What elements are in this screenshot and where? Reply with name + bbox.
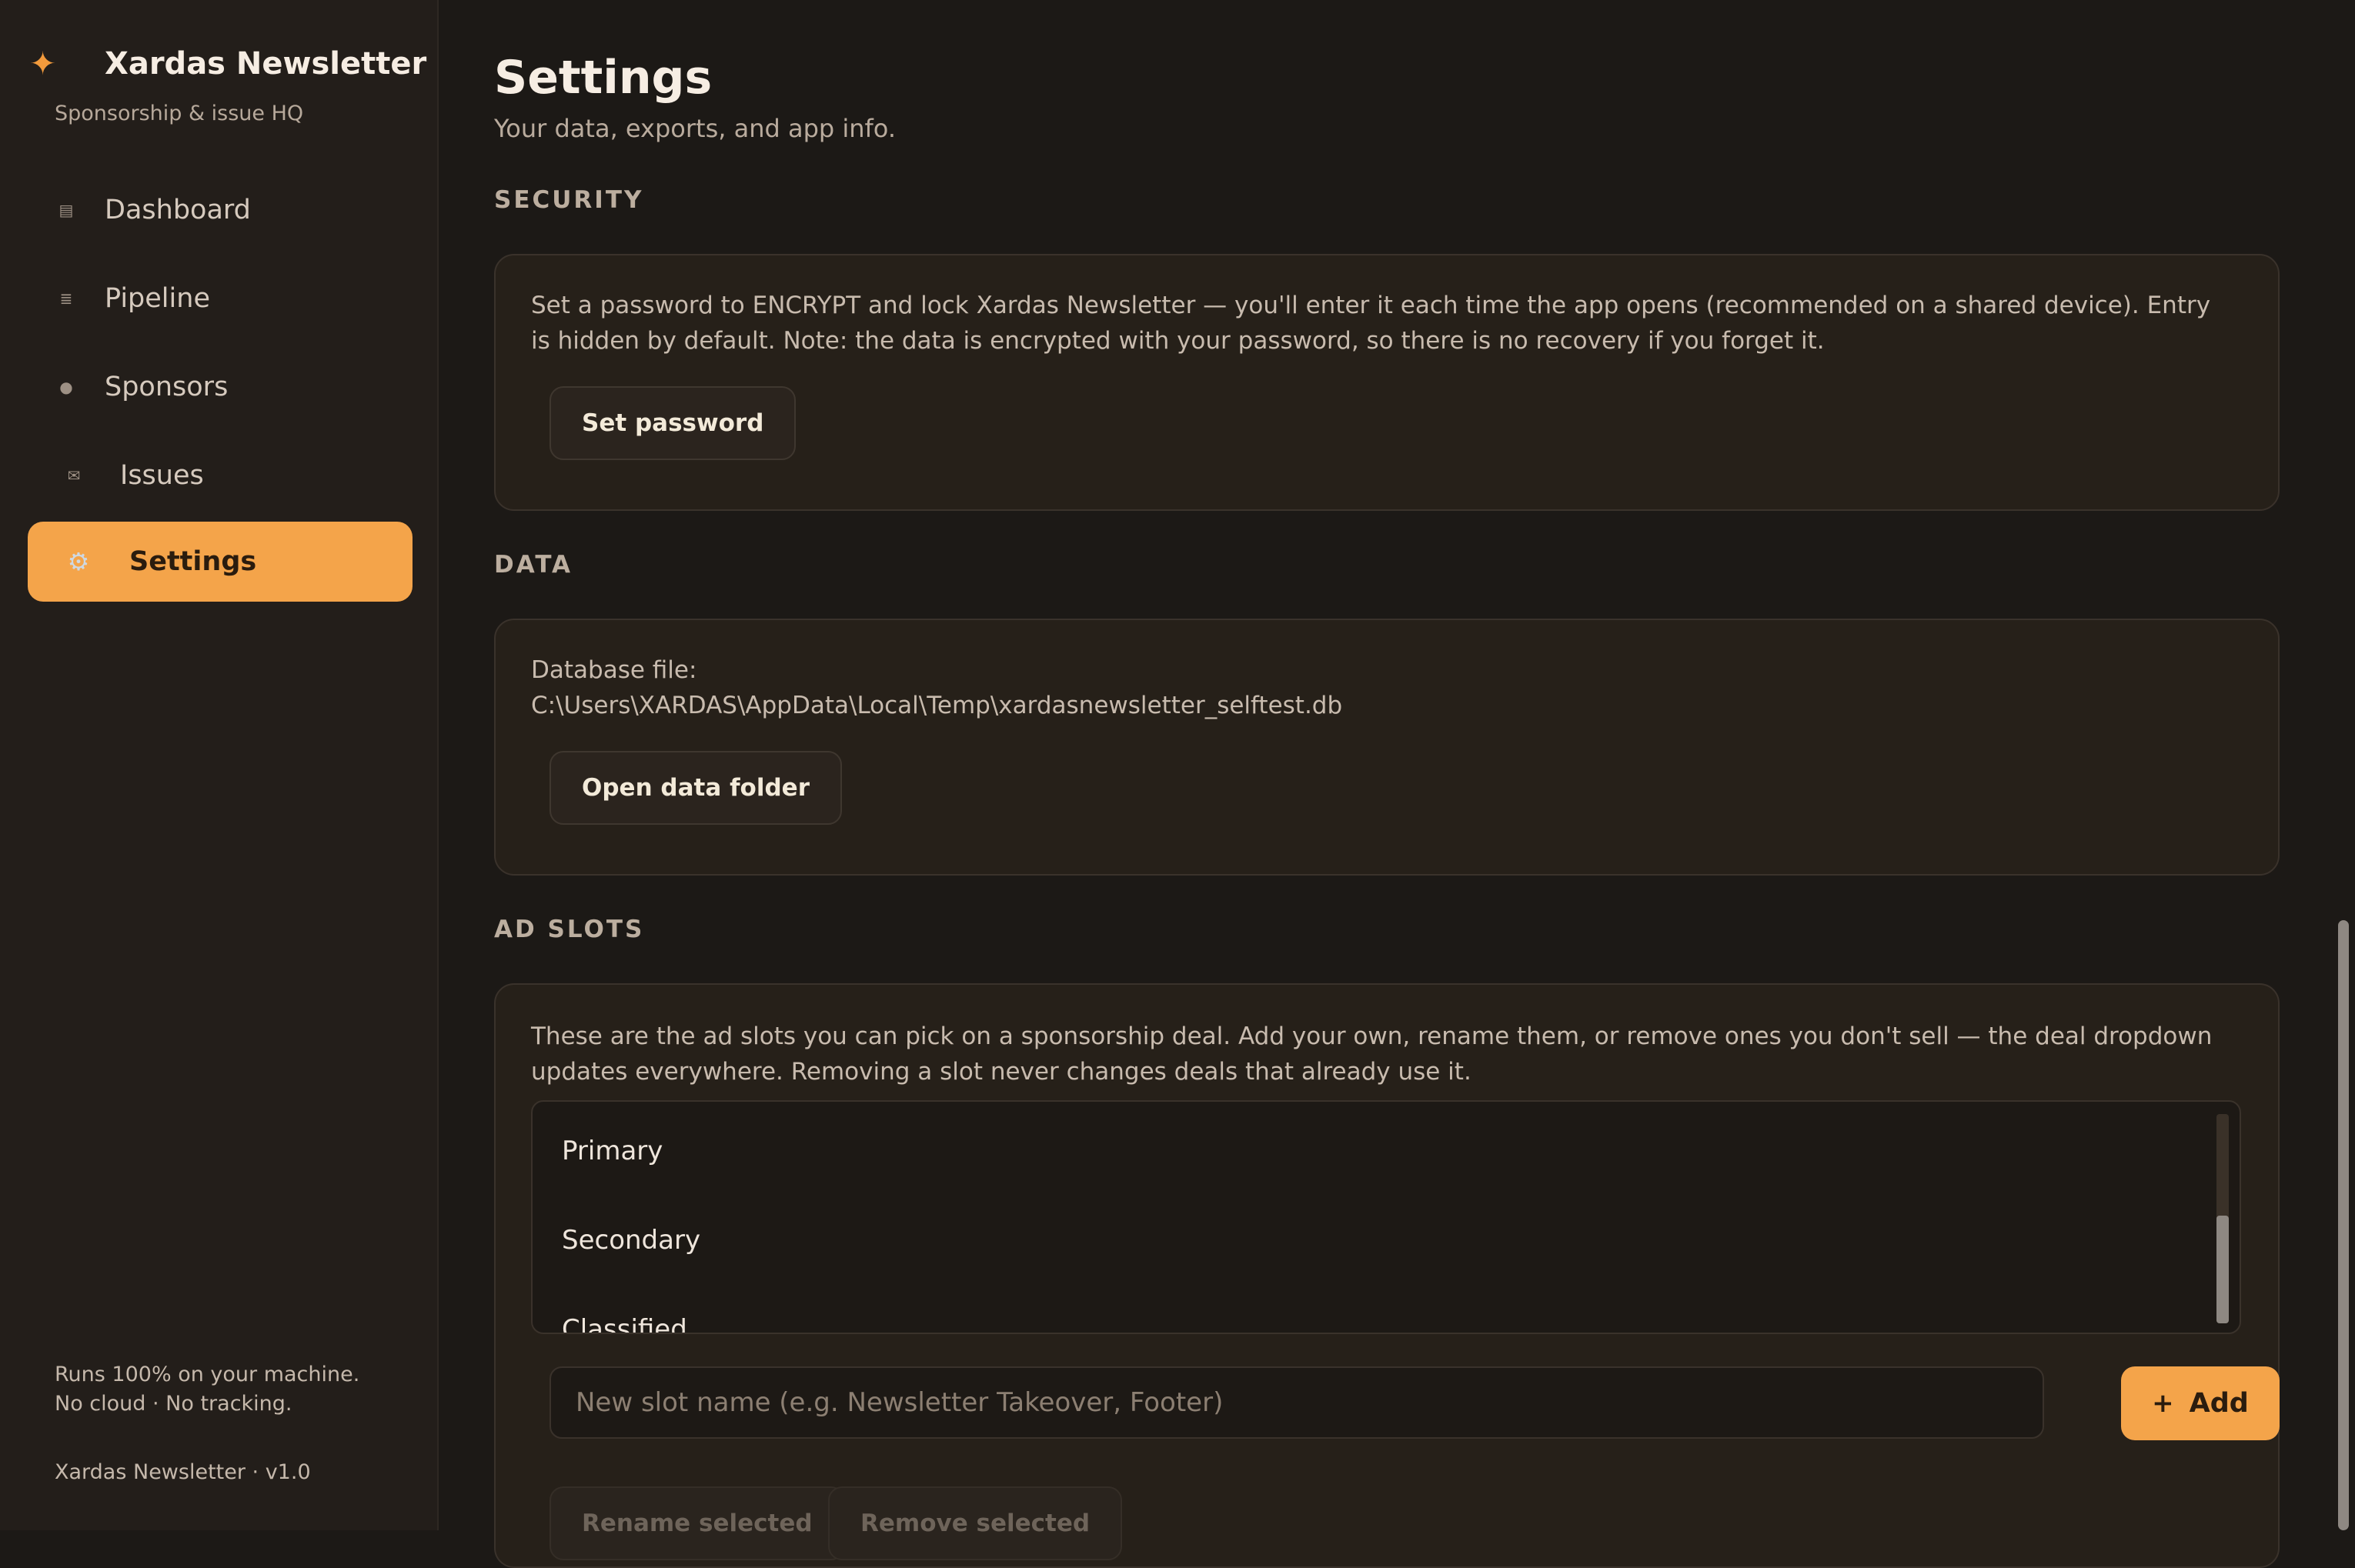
open-data-folder-button[interactable]: Open data folder — [550, 751, 842, 825]
sidebar-item-issues[interactable]: ✉ Issues — [28, 435, 413, 515]
list-item[interactable]: Classified — [562, 1314, 687, 1333]
sidebar-item-pipeline[interactable]: ≣ Pipeline — [28, 259, 413, 339]
ad-slots-description: These are the ad slots you can pick on a… — [531, 1023, 2213, 1086]
list-item[interactable]: Secondary — [562, 1225, 700, 1256]
page-subtitle: Your data, exports, and app info. — [494, 114, 896, 143]
remove-selected-button[interactable]: Remove selected — [828, 1486, 1123, 1560]
add-slot-label: Add — [2189, 1388, 2249, 1419]
app-name: Xardas Newsletter — [105, 46, 427, 82]
slot-list-scroll-thumb[interactable] — [2216, 1216, 2229, 1323]
new-slot-input[interactable] — [550, 1366, 2044, 1439]
gear-icon: ⚙ — [67, 547, 90, 576]
page-scrollbar[interactable] — [2338, 920, 2349, 1530]
add-slot-button[interactable]: + Add — [2121, 1366, 2280, 1440]
ad-slots-card: These are the ad slots you can pick on a… — [494, 983, 2280, 1568]
db-label: Database file: — [531, 656, 697, 684]
security-description: Set a password to ENCRYPT and lock Xarda… — [531, 292, 2211, 355]
page-title: Settings — [494, 51, 713, 105]
sparkle-icon: ✦ — [29, 45, 57, 82]
pipeline-icon: ≣ — [59, 289, 73, 308]
version-label: Xardas Newsletter · v1.0 — [55, 1460, 311, 1484]
security-card: Set a password to ENCRYPT and lock Xarda… — [494, 254, 2280, 511]
sidebar: ✦ Xardas Newsletter Sponsorship & issue … — [0, 0, 439, 1530]
privacy-line-2: No cloud · No tracking. — [55, 1392, 292, 1416]
ad-slots-heading: AD SLOTS — [494, 916, 645, 943]
main-content: Settings Your data, exports, and app inf… — [440, 0, 2333, 1568]
sidebar-item-settings[interactable]: ⚙ Settings — [28, 522, 413, 602]
sidebar-item-sponsors[interactable]: ● Sponsors — [28, 347, 413, 427]
list-item[interactable]: Primary — [562, 1136, 663, 1166]
ad-slot-list[interactable]: Primary Secondary Classified — [531, 1100, 2241, 1334]
security-heading: SECURITY — [494, 186, 644, 214]
privacy-note: Runs 100% on your machine. No cloud · No… — [55, 1360, 359, 1419]
sponsors-icon: ● — [59, 378, 73, 396]
data-card: Database file: C:\Users\XARDAS\AppData\L… — [494, 619, 2280, 876]
sidebar-item-label: Dashboard — [105, 195, 251, 225]
brand: ✦ Xardas Newsletter — [29, 43, 426, 85]
set-password-button[interactable]: Set password — [550, 386, 797, 460]
privacy-line-1: Runs 100% on your machine. — [55, 1363, 360, 1386]
dashboard-icon: ▤ — [58, 201, 74, 219]
data-heading: DATA — [494, 551, 573, 579]
sidebar-item-dashboard[interactable]: ▤ Dashboard — [28, 170, 413, 250]
plus-icon: + — [2152, 1388, 2174, 1419]
mail-icon: ✉ — [67, 466, 81, 485]
db-path: C:\Users\XARDAS\AppData\Local\Temp\xarda… — [531, 692, 1343, 719]
sidebar-item-label: Pipeline — [105, 283, 210, 314]
db-info: Database file: C:\Users\XARDAS\AppData\L… — [531, 652, 2232, 723]
sidebar-item-label: Settings — [129, 546, 257, 577]
app-tagline: Sponsorship & issue HQ — [55, 102, 304, 125]
sidebar-item-label: Sponsors — [105, 372, 229, 402]
sidebar-item-label: Issues — [120, 460, 204, 491]
rename-selected-button[interactable]: Rename selected — [550, 1486, 845, 1560]
